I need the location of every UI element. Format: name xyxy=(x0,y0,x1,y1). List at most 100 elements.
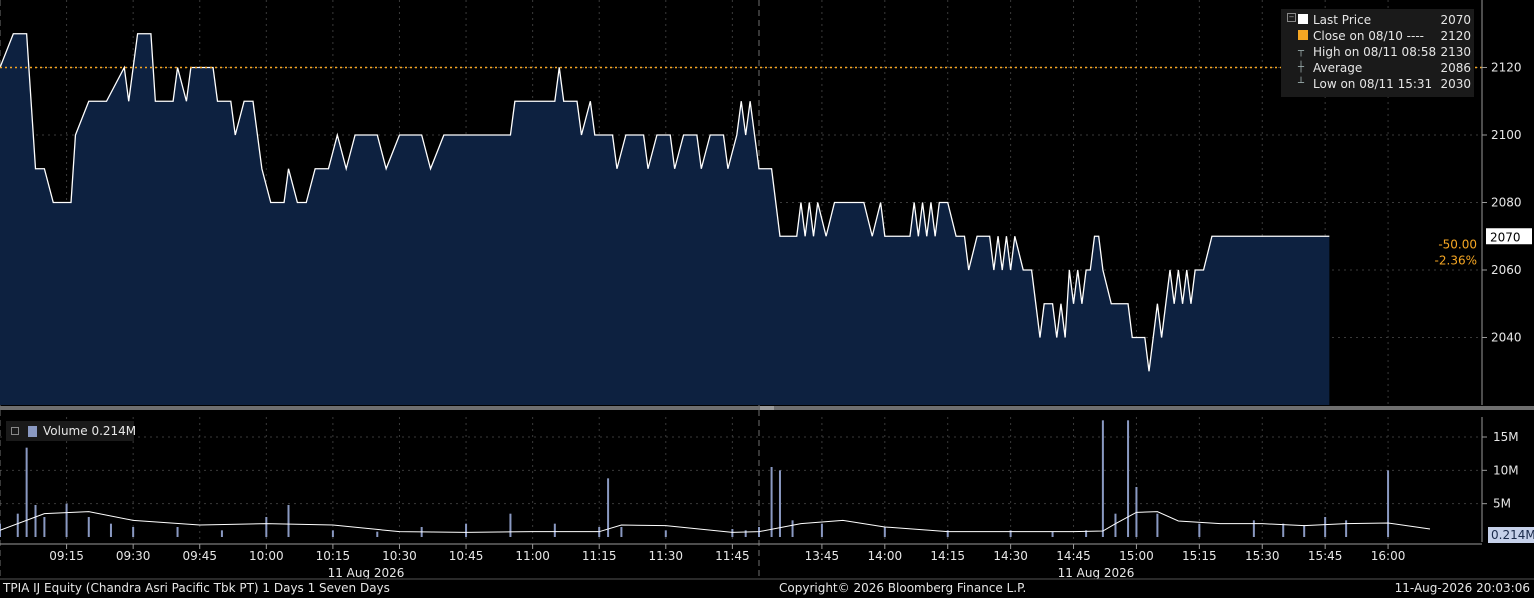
legend-tree-icon: ┬ xyxy=(1298,46,1305,57)
x-tick-label: 09:45 xyxy=(182,549,217,563)
volume-bar xyxy=(43,517,46,537)
volume-bar xyxy=(791,520,794,537)
volume-bar xyxy=(34,505,37,537)
change-pct-label: -2.36% xyxy=(1435,253,1477,267)
volume-average-line xyxy=(0,511,1431,533)
price-tick-label: 2060 xyxy=(1491,263,1522,277)
legend-swatch xyxy=(1298,14,1308,24)
volume-bar xyxy=(1127,420,1130,537)
security-title: TPIA IJ Equity (Chandra Asri Pacific Tbk… xyxy=(3,581,390,595)
volume-bar xyxy=(1303,525,1306,537)
x-date-label: 11 Aug 2026 xyxy=(1058,566,1135,580)
volume-bar xyxy=(176,527,179,537)
x-tick-label: 11:30 xyxy=(648,549,683,563)
volume-bars-layer xyxy=(0,420,1431,537)
volume-bar xyxy=(287,505,290,537)
x-tick-label: 11:15 xyxy=(582,549,617,563)
volume-bar xyxy=(132,527,135,537)
volume-last-label: 0.214M xyxy=(1491,528,1534,542)
x-tick-label: 10:15 xyxy=(316,549,351,563)
volume-legend-label: Volume 0.214M xyxy=(43,424,137,438)
volume-tick-label: 5M xyxy=(1493,497,1511,511)
volume-bar xyxy=(220,530,223,537)
legend-value: 2120 xyxy=(1440,29,1471,43)
legend-label: Average xyxy=(1313,61,1363,75)
x-tick-label: 15:15 xyxy=(1182,549,1217,563)
volume-bar xyxy=(265,517,268,537)
volume-bar xyxy=(553,523,556,537)
volume-bar xyxy=(1387,470,1390,537)
x-tick-label: 14:45 xyxy=(1056,549,1091,563)
legend-item: Close on 08/10 ---- 2120 xyxy=(1281,28,1474,44)
legend-label: Low on 08/11 15:31 xyxy=(1313,77,1433,91)
volume-bar xyxy=(607,478,610,537)
price-tick-label: 2080 xyxy=(1491,196,1522,210)
price-tick-label: 2120 xyxy=(1491,61,1522,75)
x-tick-label: 16:00 xyxy=(1371,549,1406,563)
x-tick-label: 09:15 xyxy=(49,549,84,563)
x-tick-label: 09:30 xyxy=(116,549,151,563)
x-tick-label: 13:45 xyxy=(805,549,840,563)
x-date-label: 11 Aug 2026 xyxy=(328,566,405,580)
volume-legend: Volume 0.214M xyxy=(6,421,137,441)
volume-bar xyxy=(820,523,823,537)
volume-bar xyxy=(465,523,468,537)
volume-bar xyxy=(65,503,68,537)
price-legend: − Last Price 2070 Close on 08/10 ---- 2120… xyxy=(1281,9,1474,97)
volume-bar xyxy=(1101,420,1104,537)
x-tick-label: 10:30 xyxy=(382,549,417,563)
volume-bar xyxy=(1051,531,1054,537)
timestamp: 11-Aug-2026 20:03:06 xyxy=(1394,581,1530,595)
price-area xyxy=(0,33,1330,405)
volume-bar xyxy=(883,527,886,537)
x-tick-label: 14:15 xyxy=(930,549,965,563)
legend-swatch xyxy=(1298,30,1308,40)
x-tick-label: 10:45 xyxy=(449,549,484,563)
legend-item: ┬ High on 08/11 08:58 2130 xyxy=(1281,44,1474,60)
volume-bar xyxy=(744,530,747,537)
panel-divider-handle xyxy=(760,406,774,410)
volume-bar xyxy=(620,527,623,537)
legend-item: ┼ Average 2086 xyxy=(1281,60,1474,76)
x-tick-label: 10:00 xyxy=(249,549,284,563)
legend-label: Last Price xyxy=(1313,13,1372,27)
x-tick-label: 11:45 xyxy=(715,549,750,563)
copyright: Copyright© 2026 Bloomberg Finance L.P. xyxy=(779,581,1027,595)
volume-legend-collapse-icon[interactable] xyxy=(11,427,19,435)
legend-value: 2070 xyxy=(1440,13,1471,27)
legend-label: High on 08/11 08:58 xyxy=(1313,45,1437,59)
volume-bar xyxy=(1156,513,1159,537)
volume-bar xyxy=(770,467,773,537)
volume-bar xyxy=(1198,523,1201,537)
x-tick-label: 15:00 xyxy=(1119,549,1154,563)
x-tick-label: 15:30 xyxy=(1245,549,1280,563)
volume-bar xyxy=(25,447,28,537)
volume-bar xyxy=(731,529,734,537)
legend-label: Close on 08/10 ---- xyxy=(1313,29,1424,43)
volume-bar xyxy=(109,523,112,537)
change-abs-label: -50.00 xyxy=(1438,237,1477,251)
legend-item: Last Price 2070 xyxy=(1281,12,1474,28)
price-tick-label: 2040 xyxy=(1491,331,1522,345)
price-area-layer xyxy=(0,33,1330,405)
volume-bar xyxy=(1324,517,1327,537)
volume-tick-label: 10M xyxy=(1493,463,1519,477)
last-price-label: 2070 xyxy=(1490,230,1521,244)
legend-value: 2086 xyxy=(1440,61,1471,75)
volume-bar xyxy=(87,517,90,537)
volume-bar xyxy=(376,531,379,537)
x-tick-label: 14:30 xyxy=(993,549,1028,563)
legend-item: ┴ Low on 08/11 15:31 2030 xyxy=(1281,76,1474,92)
legend-value: 2030 xyxy=(1440,77,1471,91)
volume-tick-label: 15M xyxy=(1493,430,1519,444)
volume-bar xyxy=(778,470,781,537)
volume-bar xyxy=(16,513,19,537)
legend-tree-icon: ┴ xyxy=(1298,78,1305,89)
legend-value: 2130 xyxy=(1440,45,1471,59)
volume-bar xyxy=(331,530,334,537)
volume-bar xyxy=(1345,520,1348,537)
volume-bar xyxy=(509,513,512,537)
x-tick-label: 11:00 xyxy=(515,549,550,563)
volume-bar xyxy=(1282,523,1285,537)
volume-swatch xyxy=(28,426,37,437)
